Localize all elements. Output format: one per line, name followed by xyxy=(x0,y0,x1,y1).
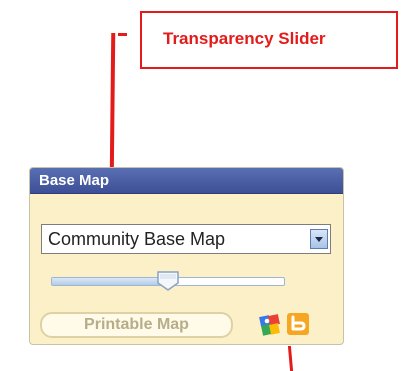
google-maps-icon[interactable] xyxy=(258,313,282,337)
printable-map-label: Printable Map xyxy=(84,316,189,333)
callout-box: Transparency Slider xyxy=(140,11,398,69)
dropdown-arrow-icon[interactable] xyxy=(310,229,328,249)
callout-label: Transparency Slider xyxy=(163,29,326,48)
callout-leader-horizontal xyxy=(118,33,127,36)
transparency-slider-thumb[interactable] xyxy=(156,270,180,292)
printable-map-button[interactable]: Printable Map xyxy=(40,312,233,338)
bing-maps-icon[interactable] xyxy=(287,313,309,335)
basemap-select[interactable]: Community Base Map xyxy=(41,224,331,254)
panel-header: Base Map xyxy=(30,168,343,194)
panel-title: Base Map xyxy=(39,172,110,189)
basemap-select-value: Community Base Map xyxy=(48,229,226,249)
icons-leader-line xyxy=(287,346,294,371)
transparency-slider-fill xyxy=(52,278,168,285)
base-map-panel: Base Map Community Base Map Printable Ma… xyxy=(29,167,344,345)
